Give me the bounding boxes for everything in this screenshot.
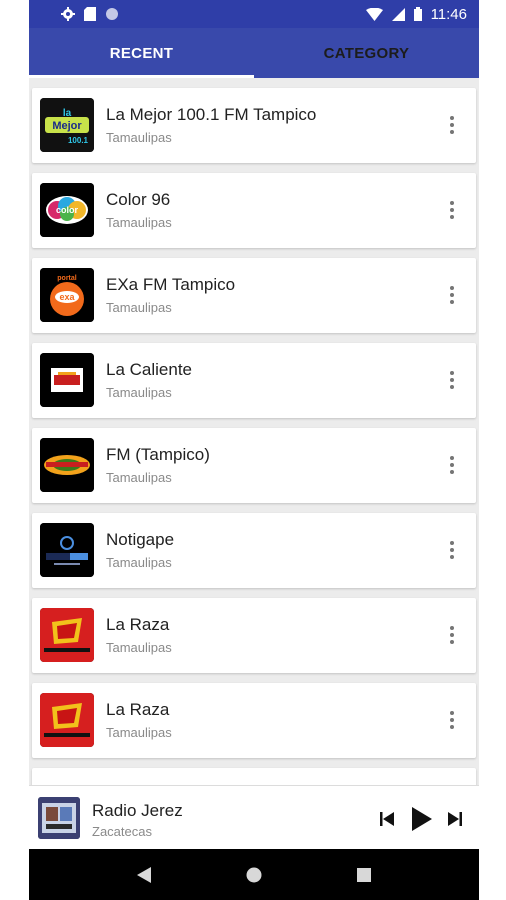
svg-text:100.1: 100.1 [68,136,89,145]
skip-previous-icon[interactable] [377,806,397,832]
tab-category[interactable]: CATEGORY [254,28,479,78]
svg-text:portal: portal [57,275,77,282]
status-time: 11:46 [430,5,467,23]
more-vert-icon[interactable] [442,705,462,735]
gear-icon [61,7,75,21]
station-name: EXa FM Tampico [106,275,236,294]
home-icon[interactable] [234,855,274,895]
station-item[interactable]: La Raza Tamaulipas [32,598,476,673]
app-screen: 11:46 RECENT CATEGORY la Mejor 100.1 La … [29,0,479,900]
station-name: Notigape [106,530,175,549]
more-vert-icon[interactable] [442,365,462,395]
station-region: Tamaulipas [106,470,172,485]
svg-text:Mejor: Mejor [52,120,82,132]
wifi-icon [365,7,383,21]
exa-fm-logo: portal exa [40,268,94,322]
station-item[interactable]: la Mejor 100.1 La Mejor 100.1 FM Tampico… [32,88,476,163]
station-region: Tamaulipas [106,130,172,145]
station-item[interactable]: FM (Tampico) Tamaulipas [32,428,476,503]
station-region: Tamaulipas [106,215,172,230]
system-nav-bar [29,849,479,900]
station-name: La Caliente [106,360,193,379]
battery-icon [413,7,422,21]
station-item[interactable]: portal exa EXa FM Tampico Tamaulipas [32,258,476,333]
station-item[interactable]: color Color 96 Tamaulipas [32,173,476,248]
station-region: Tamaulipas [106,555,172,570]
notigape-logo [40,523,94,577]
station-region: Tamaulipas [106,725,172,740]
station-name: La Mejor 100.1 FM Tampico [106,105,317,124]
station-region: Tamaulipas [106,300,172,315]
station-name: La Raza [106,615,170,634]
station-region: Tamaulipas [106,385,172,400]
fm-tampico-logo [40,438,94,492]
signal-icon [391,7,405,21]
station-item[interactable]: La Caliente Tamaulipas [32,343,476,418]
station-region: Tamaulipas [106,640,172,655]
tab-bar: RECENT CATEGORY [29,28,479,78]
station-item[interactable]: Notigape Tamaulipas [32,513,476,588]
svg-text:exa: exa [59,292,75,302]
now-playing-bar[interactable]: Radio Jerez Zacatecas [29,785,479,850]
station-name: Color 96 [106,190,171,209]
now-playing-title: Radio Jerez [92,801,183,820]
more-vert-icon[interactable] [442,110,462,140]
now-playing-artwork [38,797,80,839]
more-vert-icon[interactable] [442,280,462,310]
sd-card-icon [84,7,96,21]
skip-next-icon[interactable] [445,806,465,832]
more-vert-icon[interactable] [442,450,462,480]
back-icon[interactable] [124,855,164,895]
more-vert-icon[interactable] [442,620,462,650]
more-vert-icon[interactable] [442,535,462,565]
recents-icon[interactable] [344,855,384,895]
la-raza-logo [40,693,94,747]
status-bar: 11:46 [29,0,479,28]
color-96-logo: color [40,183,94,237]
now-playing-subtitle: Zacatecas [92,824,152,839]
play-icon[interactable] [409,806,435,832]
more-vert-icon[interactable] [442,195,462,225]
svg-text:color: color [56,205,79,215]
la-raza-logo [40,608,94,662]
tab-recent[interactable]: RECENT [29,28,254,78]
circle-icon [105,7,119,21]
la-caliente-logo [40,353,94,407]
station-name: FM (Tampico) [106,445,210,464]
la-mejor-logo: la Mejor 100.1 [40,98,94,152]
station-name: La Raza [106,700,170,719]
station-item[interactable]: La Raza Tamaulipas [32,683,476,758]
